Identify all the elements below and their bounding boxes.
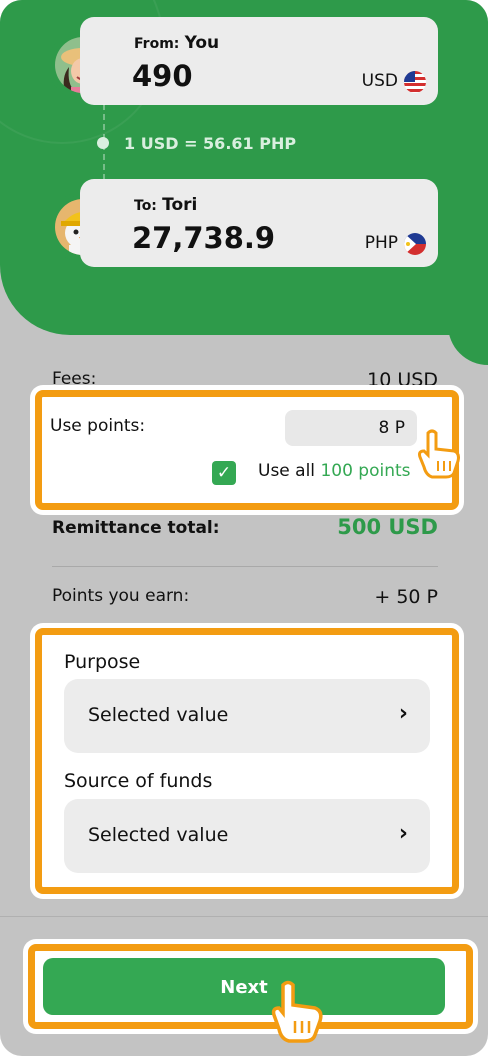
recipient-card: To: Tori 27,738.9 PHP bbox=[80, 179, 438, 267]
purpose-value: Selected value bbox=[88, 704, 229, 726]
sender-card: From: You 490 USD bbox=[80, 17, 438, 105]
app-screen: From: You 490 USD 1 USD = 56.61 PHP To: … bbox=[0, 0, 488, 1056]
sender-prefix: From: bbox=[134, 36, 180, 52]
us-flag-icon bbox=[404, 71, 426, 93]
points-section: Use points: 8 P ✓ Use all 100 points bbox=[35, 390, 460, 510]
next-button-highlight: Next bbox=[28, 944, 473, 1043]
pointer-hand-icon bbox=[271, 980, 323, 1043]
transfer-details-section: Purpose Selected value › Source of funds… bbox=[35, 628, 459, 894]
sender-name: You bbox=[184, 33, 220, 53]
source-of-funds-value: Selected value bbox=[88, 824, 229, 846]
remittance-label: Remittance total: bbox=[52, 518, 220, 538]
exchange-rate: 1 USD = 56.61 PHP bbox=[124, 134, 297, 153]
source-of-funds-select[interactable]: Selected value › bbox=[64, 799, 430, 873]
points-label: Use points: bbox=[50, 416, 146, 436]
points-earn-row: Points you earn: + 50 P bbox=[52, 586, 438, 608]
recipient-prefix: To: bbox=[134, 198, 157, 214]
receive-amount[interactable]: 27,738.9 bbox=[132, 221, 275, 255]
source-of-funds-label: Source of funds bbox=[64, 770, 213, 792]
fees-value: 10 USD bbox=[367, 369, 438, 391]
fees-label: Fees: bbox=[52, 369, 97, 389]
receive-currency[interactable]: PHP bbox=[365, 233, 398, 253]
chevron-right-icon: › bbox=[398, 701, 408, 726]
pointer-hand-icon bbox=[418, 429, 460, 479]
ph-flag-icon bbox=[404, 233, 426, 255]
points-earn-label: Points you earn: bbox=[52, 586, 190, 606]
chevron-right-icon: › bbox=[398, 821, 408, 846]
remittance-row: Remittance total: 500 USD bbox=[52, 515, 438, 539]
rate-dot-icon bbox=[97, 137, 109, 149]
purpose-select[interactable]: Selected value › bbox=[64, 679, 430, 753]
recipient-name: Tori bbox=[162, 195, 198, 215]
use-all-points-label[interactable]: Use all 100 points bbox=[258, 461, 411, 481]
divider bbox=[52, 566, 438, 567]
points-input[interactable]: 8 P bbox=[285, 410, 417, 446]
purpose-label: Purpose bbox=[64, 651, 141, 673]
remittance-value: 500 USD bbox=[337, 515, 438, 539]
send-currency[interactable]: USD bbox=[362, 71, 398, 91]
next-button[interactable]: Next bbox=[43, 958, 445, 1015]
use-all-points-checkbox[interactable]: ✓ bbox=[212, 461, 236, 485]
points-earn-value: + 50 P bbox=[374, 586, 438, 608]
fees-row: Fees: 10 USD bbox=[52, 369, 438, 391]
send-amount[interactable]: 490 bbox=[132, 59, 193, 93]
